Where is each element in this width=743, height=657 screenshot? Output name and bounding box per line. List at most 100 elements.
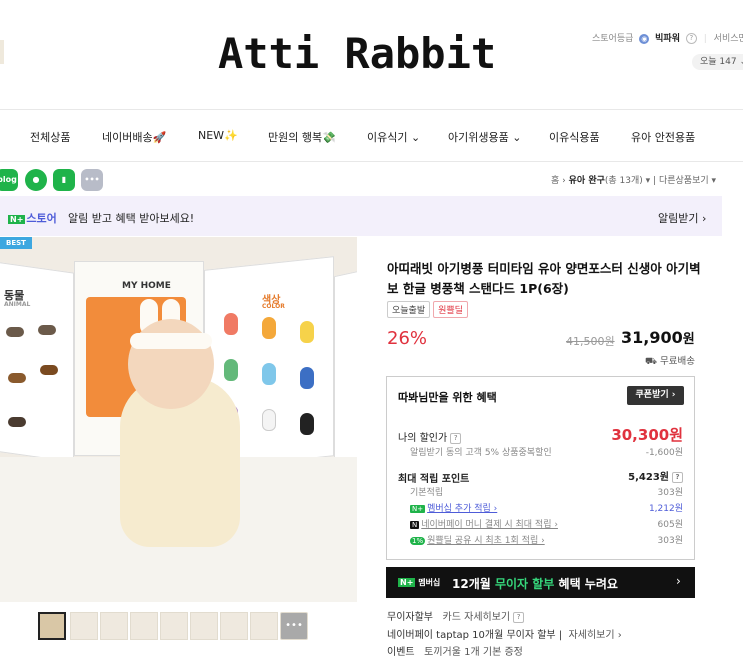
navy-rabbit-icon [300, 367, 314, 389]
more-share-icon[interactable]: ••• [81, 169, 103, 191]
nav-naver-delivery[interactable]: 네이버배송🚀 [102, 129, 166, 145]
product-main-image[interactable]: BEST 동물 ANIMAL MY HOME 색상 COLOR [0, 237, 357, 602]
max-points-text: 5,423원 [628, 472, 669, 483]
thumbnail-2[interactable] [70, 612, 98, 640]
blue-rabbit-icon [262, 363, 276, 385]
logo-text: Atti Rabbit [218, 29, 497, 78]
green-rabbit-icon [224, 359, 238, 381]
help-icon[interactable]: ? [450, 432, 462, 444]
coupon-button[interactable]: 쿠폰받기 › [627, 386, 684, 405]
nplus-icon: N+ [398, 578, 416, 587]
category-nav: 전체상품 네이버배송🚀 NEW✨ 만원의 행복💸 이유식기 ⌄ 아기위생용품 ⌄… [0, 110, 743, 162]
help-icon[interactable]: ? [672, 471, 683, 483]
thumbnail-1[interactable] [38, 612, 66, 640]
max-points-value: 5,423원? [628, 468, 683, 483]
onepl-points-label[interactable]: 원쁠딜 공유 시 최초 1회 적립 › [427, 536, 545, 546]
chevron-right-icon: › [676, 574, 681, 588]
product-title: 아띠래빗 아기병풍 터미타임 유아 양면포스터 신생아 아기벽보 한글 병풍책 … [387, 261, 701, 296]
npay-installment-label: 네이버페이 taptap 10개월 무이자 할부 [387, 630, 556, 641]
talk-share-icon[interactable]: ● [25, 169, 47, 191]
membership-banner-text: 12개월 무이자 할부 혜택 누려요 [452, 575, 618, 592]
original-price: 41,500원 [566, 335, 615, 348]
keep-share-icon[interactable]: ▮ [53, 169, 75, 191]
nplus-icon: N+ [8, 215, 26, 224]
alert-subscribe-link[interactable]: 알림받기 › [658, 210, 706, 226]
today-visits[interactable]: 오늘 147 ⌄ [692, 54, 743, 70]
alert-discount-note: 알림받기 동의 고객 5% 상품중복할인 [410, 448, 552, 458]
nav-all-products[interactable]: 전체상품 [30, 129, 70, 145]
animal-otter-icon [38, 325, 56, 335]
nav-safety[interactable]: 유아 안전용품 [631, 129, 695, 145]
store-grade-value: 빅파워 [655, 34, 680, 44]
banner-text: 알림 받고 혜택 받아보세요! [68, 212, 195, 225]
truck-icon: ⛟ [645, 356, 657, 367]
event-label: 이벤트 [387, 647, 415, 657]
thumbnail-7[interactable] [220, 612, 248, 640]
store-logo[interactable]: Atti Rabbit [218, 22, 498, 86]
membership-text-highlight: 무이자 할부 [494, 577, 555, 591]
today-visits-text: 오늘 147 [700, 57, 737, 67]
nplus-icon: N+ [410, 504, 426, 513]
membership-installment-banner[interactable]: N+ 멤버십 12개월 무이자 할부 혜택 누려요 › [386, 567, 695, 598]
breadcrumb-count: (총 13개) [604, 176, 643, 186]
side-tab[interactable] [0, 40, 4, 64]
basic-points-label: 기본적립 [410, 488, 444, 498]
onepl-points-row[interactable]: 1% 원쁠딜 공유 시 최초 1회 적립 › [410, 533, 545, 546]
npay-points-row[interactable]: N 네이버페이 머니 결제 시 최대 적립 › [410, 517, 558, 530]
store-header: Atti Rabbit 스토어등급 ◉ 빅파워 ? | 서비스만족 오늘 147… [0, 0, 743, 110]
color-panel-subtitle: COLOR [262, 303, 285, 310]
more-images-icon[interactable]: ••• [280, 612, 308, 640]
nav-baby-hygiene[interactable]: 아기위생용품 ⌄ [448, 129, 521, 145]
blog-share-icon[interactable]: blog [0, 169, 18, 191]
divider: | [703, 34, 707, 44]
nav-baby-food-supplies[interactable]: 이유식용품 [549, 129, 600, 145]
animal-panel-subtitle: ANIMAL [4, 301, 31, 308]
npay-details-link[interactable]: 자세히보기 › [569, 630, 622, 641]
best-badge: BEST [0, 237, 32, 249]
benefit-title: 따봐님만을 위한 혜택 [398, 391, 497, 404]
max-points-label: 최대 적립 포인트 [398, 474, 470, 485]
red-rabbit-icon [224, 313, 238, 335]
card-details-link[interactable]: 카드 자세히보기 [443, 612, 511, 623]
help-icon[interactable]: ? [513, 611, 525, 623]
thumbnail-6[interactable] [190, 612, 218, 640]
nplus-membership-badge: N+ 멤버십 [398, 577, 440, 588]
thumbnail-8[interactable] [250, 612, 278, 640]
my-price-value: 30,300원 [611, 426, 683, 444]
membership-text-a: 12개월 [452, 577, 495, 591]
store-alert-banner[interactable]: N+ 스토어 알림 받고 혜택 받아보세요! 알림받기 › [0, 196, 722, 236]
my-price-label: 나의 할인가? [398, 429, 462, 444]
npay-points-label[interactable]: 네이버페이 머니 결제 시 최대 적립 › [421, 520, 558, 530]
store-grade-label: 스토어등급 [592, 34, 634, 44]
other-products-link[interactable]: 다른상품보기 [659, 176, 709, 186]
nav-new[interactable]: NEW✨ [198, 129, 238, 142]
help-icon[interactable]: ? [685, 33, 697, 44]
breadcrumb-home[interactable]: 홈 [551, 176, 559, 186]
event-row: 이벤트 토끼거울 1개 기본 증정 [387, 643, 523, 657]
animal-horse-icon [40, 365, 58, 375]
thumbnail-5[interactable] [160, 612, 188, 640]
breadcrumb: 홈 › 유아 완구(총 13개) ▾ | 다른상품보기 ▾ [551, 176, 717, 186]
event-text: 토끼거울 1개 기본 증정 [424, 647, 523, 657]
npay-icon: N [410, 520, 420, 529]
white-rabbit-icon [262, 409, 276, 431]
one-percent-icon: 1% [410, 536, 426, 545]
orange-rabbit-icon [262, 317, 276, 339]
animal-ostrich-icon [8, 417, 26, 427]
thumbnail-3[interactable] [100, 612, 128, 640]
nav-baby-food-tools[interactable]: 이유식기 ⌄ [367, 129, 420, 145]
rabbit-headband [130, 333, 212, 349]
sale-price-value: 31,900 [621, 328, 683, 347]
nav-10k-happiness[interactable]: 만원의 행복💸 [268, 129, 336, 145]
membership-points-row[interactable]: N+ 멤버십 추가 적립 › [410, 501, 497, 514]
membership-points-label[interactable]: 멤버십 추가 적립 › [427, 504, 497, 514]
shipping-text: 무료배송 [659, 356, 695, 367]
sale-price-unit: 원 [682, 332, 695, 347]
thumbnail-4[interactable] [130, 612, 158, 640]
basic-points-value: 303원 [657, 488, 683, 498]
installment-row: 무이자할부 카드 자세히보기? [387, 608, 525, 623]
yellow-rabbit-icon [300, 321, 314, 343]
grade-medal-icon: ◉ [639, 33, 650, 44]
breadcrumb-category[interactable]: 유아 완구 [569, 176, 605, 186]
installment-label: 무이자할부 [387, 612, 433, 623]
